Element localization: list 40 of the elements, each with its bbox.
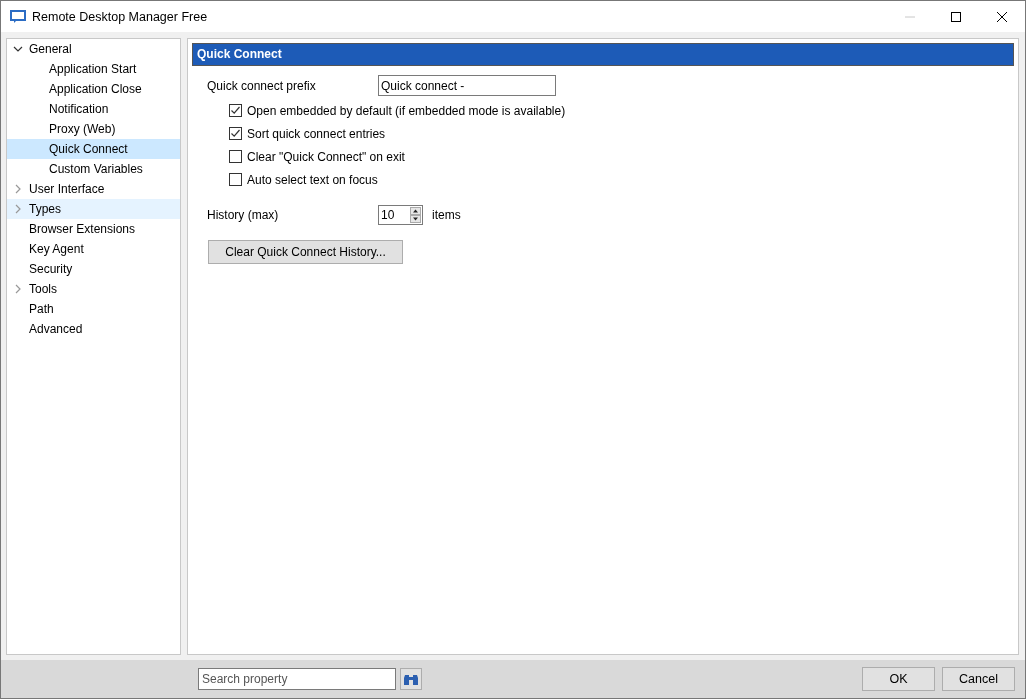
tree-item[interactable]: Browser Extensions: [7, 219, 180, 239]
maximize-icon[interactable]: [950, 10, 962, 23]
clear-history-button[interactable]: Clear Quick Connect History...: [208, 240, 403, 264]
app-monitor-icon: [10, 9, 26, 24]
tree-item[interactable]: Quick Connect: [7, 139, 180, 159]
unit-label: items: [432, 208, 461, 222]
tree-item[interactable]: Tools: [7, 279, 180, 299]
tree-item[interactable]: User Interface: [7, 179, 180, 199]
dialog-button[interactable]: OK: [862, 667, 935, 691]
section-header: Quick Connect: [192, 43, 1014, 66]
tree-item[interactable]: Path: [7, 299, 180, 319]
tree-item[interactable]: Security: [7, 259, 180, 279]
chevron-icon[interactable]: [13, 44, 23, 54]
spin-down-icon[interactable]: [410, 215, 421, 223]
checkbox-label: Clear "Quick Connect" on exit: [247, 149, 405, 164]
checkbox-label: Auto select text on focus: [247, 172, 378, 187]
field-label: Quick connect prefix: [207, 78, 317, 93]
tree-item[interactable]: Application Close: [7, 79, 180, 99]
checkbox[interactable]: [229, 104, 242, 117]
tree-item[interactable]: Application Start: [7, 59, 180, 79]
close-icon[interactable]: [996, 10, 1008, 23]
tree-item[interactable]: Proxy (Web): [7, 119, 180, 139]
tree-item[interactable]: Custom Variables: [7, 159, 180, 179]
search-field[interactable]: Search property: [198, 668, 396, 690]
history-spinner[interactable]: 10: [378, 205, 423, 225]
tree-item[interactable]: General: [7, 39, 180, 59]
checkbox-label: Open embedded by default (if embedded mode is available): [247, 103, 566, 118]
checkbox-label: Sort quick connect entries: [247, 126, 386, 141]
tree-item[interactable]: Notification: [7, 99, 180, 119]
dialog-button[interactable]: Cancel: [942, 667, 1015, 691]
tree-item[interactable]: Key Agent: [7, 239, 180, 259]
spin-up-icon[interactable]: [410, 207, 421, 215]
checkbox[interactable]: [229, 150, 242, 163]
prefix-input-field[interactable]: Quick connect -: [378, 75, 556, 96]
checkbox[interactable]: [229, 127, 242, 140]
tree-item[interactable]: Advanced: [7, 319, 180, 339]
tree-item[interactable]: Types: [7, 199, 180, 219]
checkbox[interactable]: [229, 173, 242, 186]
window-title: Remote Desktop Manager Free: [32, 9, 208, 24]
field-label: History (max): [207, 208, 280, 222]
